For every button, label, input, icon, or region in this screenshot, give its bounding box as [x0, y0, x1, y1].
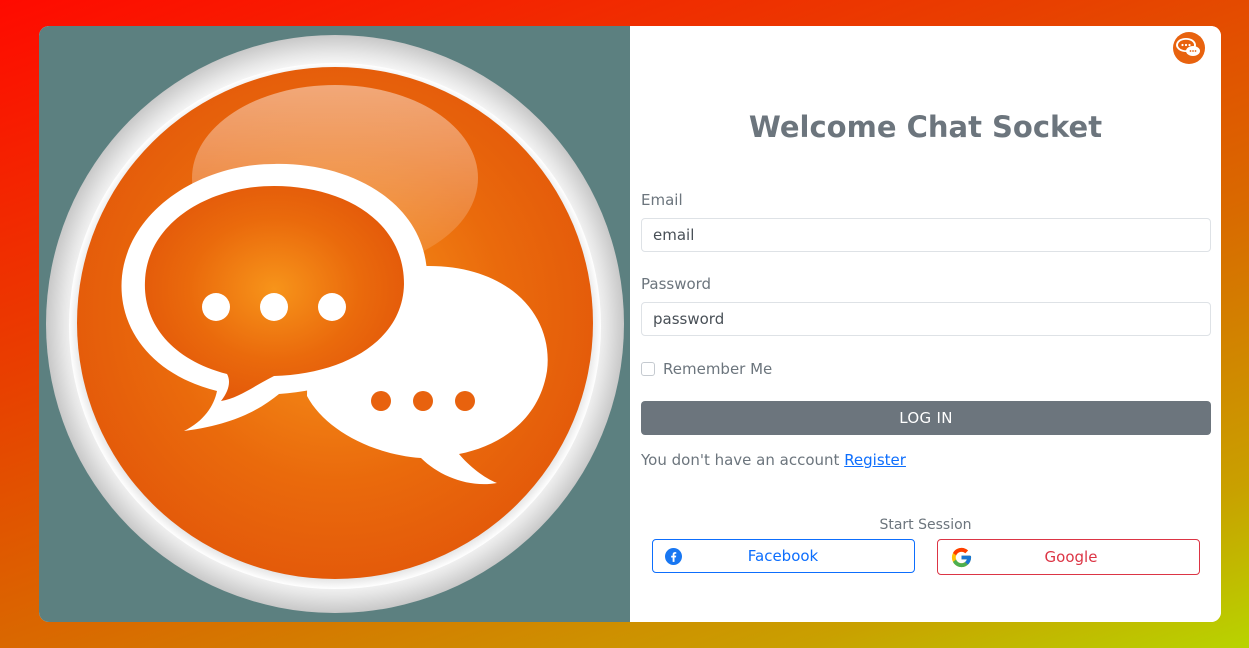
remember-me[interactable]: Remember Me [641, 360, 772, 378]
password-label: Password [641, 275, 712, 293]
password-field[interactable] [641, 302, 1211, 336]
facebook-button[interactable]: Facebook [652, 539, 915, 573]
chat-logo-icon [1171, 30, 1207, 66]
login-button[interactable]: LOG IN [641, 401, 1211, 435]
register-link[interactable]: Register [844, 451, 906, 469]
google-button[interactable]: Google [937, 539, 1200, 575]
login-panel: Welcome Chat Socket Email Password Remem… [630, 26, 1221, 622]
email-label: Email [641, 191, 683, 209]
remember-me-label: Remember Me [663, 360, 773, 378]
register-prompt: You don't have an account Register [641, 451, 906, 469]
email-field[interactable] [641, 218, 1211, 252]
facebook-label: Facebook [747, 547, 819, 565]
login-card: Welcome Chat Socket Email Password Remem… [39, 26, 1221, 622]
chat-bubbles-icon [46, 35, 624, 613]
page-title: Welcome Chat Socket [748, 110, 1103, 144]
remember-me-checkbox[interactable] [641, 362, 655, 376]
no-account-text: You don't have an account [641, 451, 840, 469]
hero-panel [39, 26, 630, 622]
facebook-icon [665, 547, 682, 565]
google-label: Google [1044, 548, 1098, 566]
start-session-heading: Start Session [879, 517, 972, 533]
google-icon [951, 547, 972, 567]
